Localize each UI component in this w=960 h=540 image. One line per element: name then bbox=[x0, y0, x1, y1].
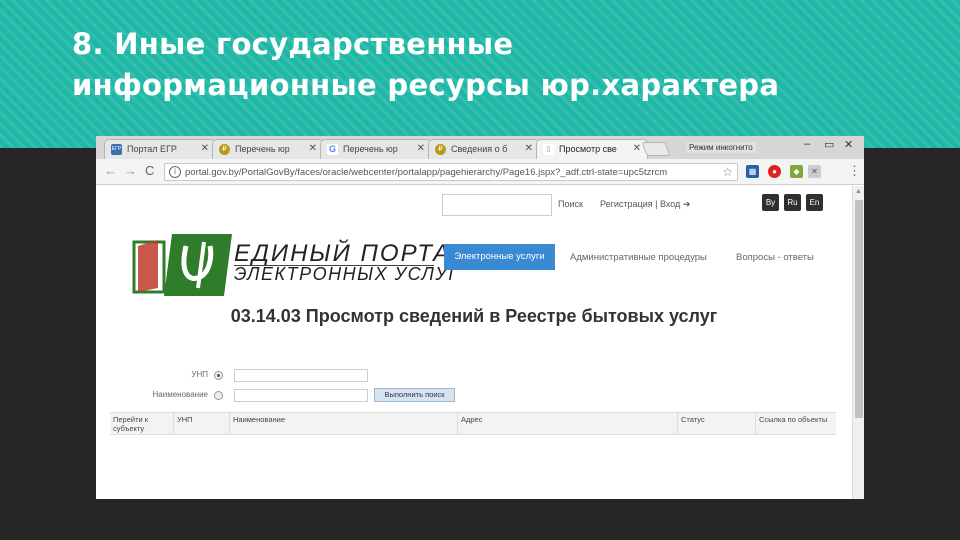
coin-favicon-icon: ₽ bbox=[435, 144, 446, 155]
extension-icon[interactable]: ✕ bbox=[808, 165, 821, 178]
egr-favicon-icon: ЕГР bbox=[111, 144, 122, 155]
col-status[interactable]: Статус bbox=[678, 413, 756, 434]
url-text: portal.gov.by/PortalGovBy/faces/oracle/w… bbox=[185, 167, 668, 178]
extension-icon[interactable]: ● bbox=[768, 165, 781, 178]
info-icon[interactable]: i bbox=[169, 166, 181, 178]
browser-window: ЕГР Портал ЕГР ✕ ₽ Перечень юр ✕ G Переч… bbox=[96, 136, 864, 499]
google-favicon-icon: G bbox=[327, 144, 338, 155]
name-input[interactable] bbox=[234, 389, 368, 402]
slide-title-line2: информационные ресурсы юр.характера bbox=[72, 68, 780, 102]
tab-perechen-2[interactable]: G Перечень юр ✕ bbox=[320, 139, 432, 159]
back-arrow-icon[interactable]: ← bbox=[104, 163, 117, 178]
lang-en-button[interactable]: En bbox=[806, 194, 823, 211]
extension-icon[interactable]: ◆ bbox=[790, 165, 803, 178]
unp-radio[interactable] bbox=[214, 371, 223, 380]
auth-link[interactable]: Регистрация | Вход ➔ bbox=[600, 199, 690, 210]
tab-strip: ЕГР Портал ЕГР ✕ ₽ Перечень юр ✕ G Переч… bbox=[96, 136, 864, 159]
tab-svedeniya[interactable]: ₽ Сведения о б ✕ bbox=[428, 139, 540, 159]
extension-icon[interactable]: ▦ bbox=[746, 165, 759, 178]
forward-arrow-icon[interactable]: → bbox=[124, 163, 137, 178]
close-icon[interactable]: ✕ bbox=[201, 143, 209, 154]
tab-label: Перечень юр bbox=[235, 144, 290, 154]
new-tab-button[interactable] bbox=[641, 142, 671, 156]
close-icon[interactable]: ✕ bbox=[525, 143, 533, 154]
auth-label: Регистрация | Вход bbox=[600, 199, 681, 209]
results-table-header: Перейти к субъекту УНП Наименование Адре… bbox=[110, 412, 836, 435]
unp-label: УНП bbox=[191, 370, 208, 379]
col-name[interactable]: Наименование bbox=[230, 413, 458, 434]
scroll-up-icon[interactable]: ▲ bbox=[855, 188, 862, 195]
coin-favicon-icon: ₽ bbox=[219, 144, 230, 155]
col-objects-link[interactable]: Ссылка по объекты bbox=[756, 413, 836, 434]
menu-dots-icon[interactable]: ⋮ bbox=[848, 163, 861, 179]
col-unp[interactable]: УНП bbox=[174, 413, 230, 434]
tab-label: Сведения о б bbox=[451, 144, 508, 154]
site-search-button[interactable]: Поиск bbox=[558, 199, 583, 209]
name-radio[interactable] bbox=[214, 391, 223, 400]
window-close-icon[interactable]: ✕ bbox=[844, 138, 853, 151]
logo-text-line2: ЭЛЕКТРОННЫХ УСЛУГ bbox=[234, 264, 460, 284]
unp-input[interactable] bbox=[234, 369, 368, 382]
site-search-input[interactable] bbox=[442, 194, 552, 216]
tab-prosmotr[interactable]: ▯ Просмотр све ✕ bbox=[536, 139, 648, 159]
web-page: Поиск Регистрация | Вход ➔ By Ru En ЕДИН… bbox=[96, 186, 852, 499]
address-bar[interactable]: i portal.gov.by/PortalGovBy/faces/oracle… bbox=[164, 163, 738, 181]
name-label: Наименование bbox=[152, 390, 208, 399]
nav-faq[interactable]: Вопросы - ответы bbox=[736, 252, 814, 263]
tab-label: Просмотр све bbox=[559, 144, 617, 154]
page-scrollbar[interactable]: ▲ bbox=[852, 186, 864, 499]
col-address[interactable]: Адрес bbox=[458, 413, 678, 434]
col-go-to-subject[interactable]: Перейти к субъекту bbox=[110, 413, 174, 434]
lang-by-button[interactable]: By bbox=[762, 194, 779, 211]
tab-portal-egr[interactable]: ЕГР Портал ЕГР ✕ bbox=[104, 139, 216, 159]
maximize-icon[interactable]: ▭ bbox=[824, 138, 834, 151]
run-search-button[interactable]: Выполнить поиск bbox=[374, 388, 455, 402]
tab-label: Портал ЕГР bbox=[127, 144, 177, 154]
page-favicon-icon: ▯ bbox=[543, 144, 554, 155]
minimize-icon[interactable]: – bbox=[804, 138, 810, 150]
close-icon[interactable]: ✕ bbox=[417, 143, 425, 154]
nav-electronic-services[interactable]: Электронные услуги bbox=[444, 244, 555, 270]
tab-perechen-1[interactable]: ₽ Перечень юр ✕ bbox=[212, 139, 324, 159]
bookmark-star-icon[interactable]: ☆ bbox=[722, 165, 733, 179]
page-title: 03.14.03 Просмотр сведений в Реестре быт… bbox=[230, 306, 718, 326]
browser-toolbar: ← → C i portal.gov.by/PortalGovBy/faces/… bbox=[96, 159, 864, 185]
scroll-thumb[interactable] bbox=[855, 200, 863, 418]
incognito-badge[interactable]: Режим инкогнито bbox=[686, 142, 756, 153]
tab-label: Перечень юр bbox=[343, 144, 398, 154]
reload-icon[interactable]: C bbox=[145, 163, 154, 178]
slide-title-line1: 8. Иные государственные bbox=[72, 27, 514, 61]
lang-ru-button[interactable]: Ru bbox=[784, 194, 801, 211]
login-icon: ➔ bbox=[682, 199, 691, 209]
close-icon[interactable]: ✕ bbox=[309, 143, 317, 154]
nav-admin-procedures[interactable]: Административные процедуры bbox=[570, 252, 707, 263]
slide-title: 8. Иные государственные информационные р… bbox=[72, 24, 779, 106]
close-icon[interactable]: ✕ bbox=[633, 143, 641, 154]
